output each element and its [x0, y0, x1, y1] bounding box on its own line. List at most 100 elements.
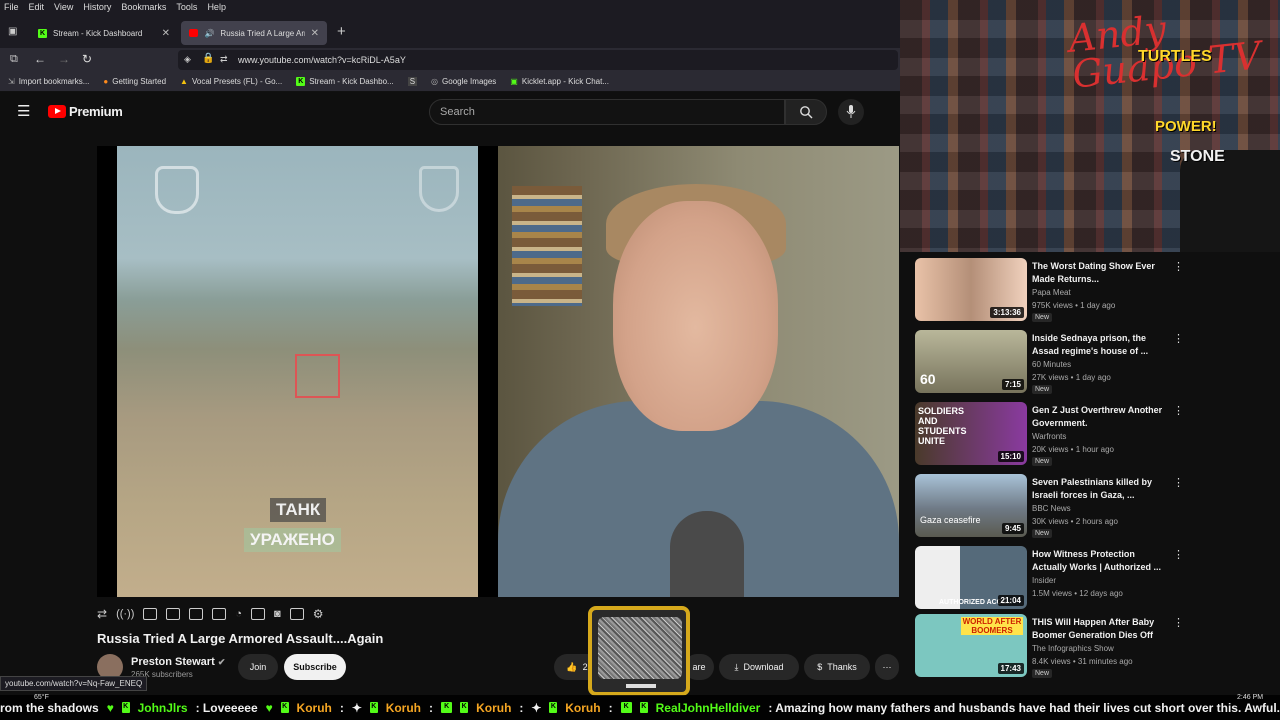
join-button[interactable]: Join	[238, 654, 278, 680]
add-icon[interactable]	[251, 608, 266, 620]
share-label: are	[692, 662, 706, 672]
loop-icon[interactable]: ⇄	[97, 607, 107, 621]
drone-footage: ТАНК УРАЖЕНО	[117, 146, 478, 597]
video-player[interactable]: ТАНК УРАЖЕНО	[97, 146, 899, 597]
channel-name[interactable]: Preston Stewart ✔	[131, 656, 225, 668]
permissions-icon[interactable]: ⇄	[220, 54, 228, 65]
menu-history[interactable]: History	[83, 2, 111, 12]
bookmark-kick-dashboard[interactable]: K Stream - Kick Dashbo...	[296, 77, 394, 86]
menu-bookmarks[interactable]: Bookmarks	[121, 2, 166, 12]
tab-youtube-video[interactable]: 🔊 Russia Tried A Large Armored ✕	[181, 21, 327, 45]
rec-channel[interactable]: BBC News	[1032, 504, 1071, 513]
tab-label: Stream - Kick Dashboard	[53, 28, 143, 38]
list-item[interactable]: SOLDIERS AND STUDENTS UNITE 15:10 Gen Z …	[915, 402, 1185, 468]
audio-icon[interactable]: ((·))	[116, 608, 134, 620]
url-text: www.youtube.com/watch?v=kcRiDL-A5aY	[238, 55, 406, 65]
back-button[interactable]: ←	[34, 52, 46, 66]
firefox-icon: ●	[103, 77, 109, 86]
video-thumbnail[interactable]: 3:13:36	[915, 258, 1027, 321]
thumbs-up-icon: 👍	[566, 661, 578, 672]
rec-title[interactable]: How Witness Protection Actually Works | …	[1032, 548, 1167, 574]
url-bar[interactable]: ◈ 🔒 ⇄ www.youtube.com/watch?v=kcRiDL-A5a…	[178, 50, 898, 70]
more-vert-icon[interactable]: ⋮	[1173, 616, 1184, 629]
theater-icon[interactable]	[189, 608, 204, 620]
new-tab-button[interactable]: +	[337, 23, 346, 40]
more-vert-icon[interactable]: ⋮	[1173, 260, 1184, 273]
keyboard-icon[interactable]	[289, 608, 304, 620]
sidebar-icon[interactable]: ⧉	[10, 53, 18, 66]
chat-message: :	[519, 700, 524, 715]
bookmark-vocal-presets[interactable]: ▲ Vocal Presets (FL) - Go...	[180, 77, 282, 86]
rec-title[interactable]: THIS Will Happen After Baby Boomer Gener…	[1032, 616, 1167, 642]
list-item[interactable]: 60 7:15 Inside Sednaya prison, the Assad…	[915, 330, 1185, 396]
link-status-tooltip: youtube.com/watch?v=Nq-Faw_ENEQ	[0, 676, 148, 691]
duration-badge: 15:10	[997, 451, 1024, 462]
bookmark-s[interactable]: S	[407, 77, 418, 86]
search-placeholder: Search	[440, 106, 475, 118]
miniplayer-icon[interactable]	[143, 608, 158, 620]
close-icon[interactable]: ✕	[162, 28, 170, 39]
search-button[interactable]	[785, 99, 827, 125]
rec-channel[interactable]: Insider	[1032, 576, 1056, 585]
captions-icon[interactable]	[212, 608, 227, 620]
menu-help[interactable]: Help	[207, 2, 226, 12]
reload-button[interactable]: ↻	[82, 52, 92, 66]
list-item[interactable]: Gaza ceasefire 9:45 Seven Palestinians k…	[915, 474, 1185, 540]
close-icon[interactable]: ✕	[311, 28, 319, 39]
bookmark-google-images[interactable]: ◎ Google Images	[431, 77, 496, 86]
kick-icon: K	[296, 77, 306, 86]
duration-badge: 17:43	[997, 663, 1024, 674]
bookmark-kicklet[interactable]: ▣ Kicklet.app - Kick Chat...	[510, 77, 609, 86]
forward-button[interactable]: →	[58, 52, 70, 66]
subscribe-button[interactable]: Subscribe	[284, 654, 346, 680]
thanks-button[interactable]: $ Thanks	[804, 654, 870, 680]
more-vert-icon[interactable]: ⋮	[1173, 332, 1184, 345]
youtube-premium-logo[interactable]: Premium	[48, 104, 123, 119]
video-thumbnail[interactable]: SOLDIERS AND STUDENTS UNITE 15:10	[915, 402, 1027, 465]
list-item[interactable]: AUTHORIZED ACCE... 21:04 How Witness Pro…	[915, 546, 1185, 612]
emote-icon: ✦	[531, 700, 542, 715]
speed-icon[interactable]: ◔	[235, 608, 242, 620]
menu-edit[interactable]: Edit	[29, 2, 45, 12]
chat-message: : Amazing how many fathers and husbands …	[768, 700, 1280, 715]
tab-kick-dashboard[interactable]: K Stream - Kick Dashboard ✕	[30, 21, 178, 45]
list-item[interactable]: 3:13:36 The Worst Dating Show Ever Made …	[915, 258, 1185, 324]
more-vert-icon[interactable]: ⋮	[1173, 404, 1184, 417]
screenshot-icon[interactable]: ◙	[274, 608, 281, 620]
rec-channel[interactable]: 60 Minutes	[1032, 360, 1071, 369]
tab-list-icon[interactable]: ▣	[8, 26, 17, 37]
voice-search-button[interactable]	[838, 99, 864, 125]
import-icon: ⇲	[8, 77, 15, 86]
more-actions-button[interactable]: ⋯	[875, 654, 899, 680]
video-thumbnail[interactable]: Gaza ceasefire 9:45	[915, 474, 1027, 537]
menu-file[interactable]: File	[4, 2, 19, 12]
speaker-icon[interactable]: 🔊	[204, 29, 214, 38]
rec-channel[interactable]: The Infographics Show	[1032, 644, 1114, 653]
shield-icon[interactable]: ◈	[184, 54, 191, 65]
download-button[interactable]: ⤓ Download	[719, 654, 799, 680]
menu-view[interactable]: View	[54, 2, 73, 12]
more-vert-icon[interactable]: ⋮	[1173, 548, 1184, 561]
search-input[interactable]: Search	[429, 99, 785, 125]
power-poster-text: POWER!	[1155, 118, 1217, 135]
rec-channel[interactable]: Papa Meat	[1032, 288, 1071, 297]
video-thumbnail[interactable]: AUTHORIZED ACCE... 21:04	[915, 546, 1027, 609]
rec-title[interactable]: Inside Sednaya prison, the Assad regime'…	[1032, 332, 1167, 358]
rec-channel[interactable]: Warfronts	[1032, 432, 1066, 441]
more-vert-icon[interactable]: ⋮	[1173, 476, 1184, 489]
clip-icon[interactable]	[166, 608, 181, 620]
video-thumbnail[interactable]: 60 7:15	[915, 330, 1027, 393]
rec-title[interactable]: The Worst Dating Show Ever Made Returns.…	[1032, 260, 1167, 286]
lock-icon[interactable]: 🔒	[202, 53, 214, 64]
kick-fam-emote-icon: K	[620, 702, 632, 713]
menu-tools[interactable]: Tools	[176, 2, 197, 12]
s-icon: S	[407, 77, 418, 86]
rec-title[interactable]: Gen Z Just Overthrew Another Government.	[1032, 404, 1167, 430]
rec-title[interactable]: Seven Palestinians killed by Israeli for…	[1032, 476, 1167, 502]
video-thumbnail[interactable]: WORLD AFTER BOOMERS 17:43	[915, 614, 1027, 677]
hamburger-menu-icon[interactable]: ☰	[17, 102, 30, 120]
list-item[interactable]: WORLD AFTER BOOMERS 17:43 THIS Will Happ…	[915, 614, 1185, 680]
bookmark-getting-started[interactable]: ● Getting Started	[103, 77, 166, 86]
gear-icon[interactable]: ⚙	[313, 607, 324, 621]
bookmark-import[interactable]: ⇲ Import bookmarks...	[8, 77, 89, 86]
